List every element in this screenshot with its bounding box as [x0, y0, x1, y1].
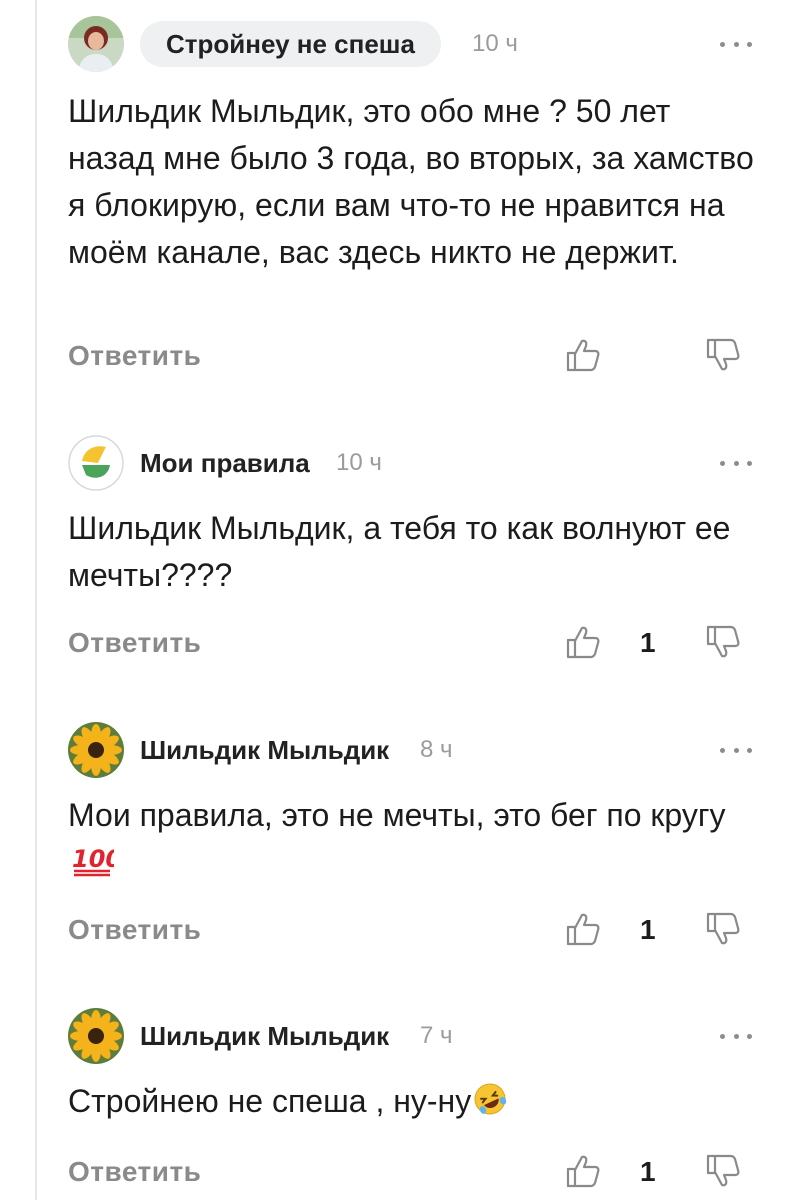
- like-count: 1: [640, 914, 656, 945]
- comment-header: Шильдик Мыльдик 7 ч: [68, 1008, 754, 1064]
- thumbs-up-icon[interactable]: [564, 623, 602, 661]
- more-icon[interactable]: [718, 30, 754, 58]
- comment-actions: Ответить 1: [68, 619, 754, 667]
- avatar[interactable]: [68, 435, 124, 491]
- thumbs-down-icon[interactable]: [704, 910, 742, 948]
- comment-text: Мои правила, это не мечты, это бег по кр…: [68, 792, 758, 886]
- thumbs-down-icon[interactable]: [704, 336, 742, 374]
- comment-text-body: Мои правила, это не мечты, это бег по кр…: [68, 797, 726, 833]
- thumbs-down-icon[interactable]: [704, 623, 742, 661]
- more-icon[interactable]: [718, 736, 754, 764]
- comment-header: Шильдик Мыльдик 8 ч: [68, 722, 754, 778]
- reply-button[interactable]: Ответить: [68, 619, 201, 667]
- comment-item: Шильдик Мыльдик 7 ч Стройнею не спеша , …: [68, 1008, 754, 1064]
- author-name[interactable]: Шильдик Мыльдик: [140, 1008, 389, 1064]
- avatar[interactable]: [68, 722, 124, 778]
- rolling-on-floor-laughing-emoji: [474, 1083, 507, 1115]
- thread-line: [35, 0, 37, 1200]
- comment-actions: Ответить 1: [68, 1148, 754, 1196]
- hundred-points-emoji: 100: [72, 845, 114, 877]
- comment-time: 7 ч: [420, 1022, 453, 1049]
- comment-time: 10 ч: [336, 449, 382, 476]
- more-icon[interactable]: [718, 1022, 754, 1050]
- comment-text: Шильдик Мыльдик, это обо мне ? 50 лет на…: [68, 93, 754, 270]
- comment-header: Мои правила 10 ч: [68, 435, 754, 491]
- comment-time: 8 ч: [420, 736, 453, 763]
- comment-text-body: Стройнею не спеша , ну-ну: [68, 1083, 472, 1119]
- comment-time: 10 ч: [472, 30, 518, 57]
- comment-actions: Ответить: [68, 332, 754, 380]
- avatar[interactable]: [68, 16, 124, 72]
- reply-button[interactable]: Ответить: [68, 906, 201, 954]
- thumbs-down-icon[interactable]: [704, 1152, 742, 1190]
- like-count: 1: [640, 1156, 656, 1187]
- avatar[interactable]: [68, 1008, 124, 1064]
- reply-button[interactable]: Ответить: [68, 332, 201, 380]
- thumbs-up-icon[interactable]: [564, 910, 602, 948]
- reply-button[interactable]: Ответить: [68, 1148, 201, 1196]
- like-count: 1: [640, 627, 656, 658]
- author-name[interactable]: Мои правила: [140, 435, 310, 491]
- more-icon[interactable]: [718, 449, 754, 477]
- comment-actions: Ответить 1: [68, 906, 754, 954]
- author-name[interactable]: Шильдик Мыльдик: [140, 722, 389, 778]
- comment-item: Мои правила 10 ч Шильдик Мыльдик, а тебя…: [68, 435, 754, 491]
- author-name[interactable]: Стройнеу не спеша: [140, 21, 441, 67]
- thumbs-up-icon[interactable]: [564, 336, 602, 374]
- svg-text:100: 100: [72, 845, 114, 873]
- comment-item: Стройнеу не спеша 10 ч Шильдик Мыльдик, …: [68, 16, 754, 72]
- comment-item: Шильдик Мыльдик 8 ч Мои правила, это не …: [68, 722, 754, 778]
- comment-text: Шильдик Мыльдик, а тебя то как волнуют е…: [68, 510, 731, 593]
- comment-text: Стройнею не спеша , ну-ну: [68, 1078, 758, 1125]
- thumbs-up-icon[interactable]: [564, 1152, 602, 1190]
- comment-header: Стройнеу не спеша 10 ч: [68, 16, 754, 72]
